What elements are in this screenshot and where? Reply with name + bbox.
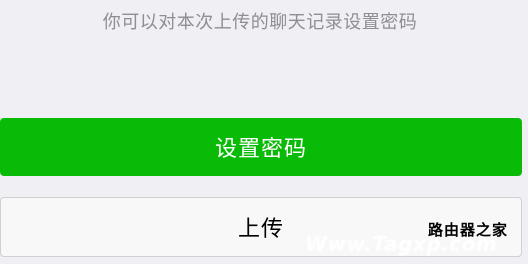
set-password-button-label: 设置密码 — [214, 137, 307, 162]
set-password-button[interactable]: 设置密码 — [0, 118, 522, 176]
password-hint-text: 你可以对本次上传的聊天记录设置密码 — [102, 12, 418, 33]
watermark-url: Www.Tagxp.com — [305, 232, 498, 256]
upload-button-label: 上传 — [237, 217, 284, 242]
